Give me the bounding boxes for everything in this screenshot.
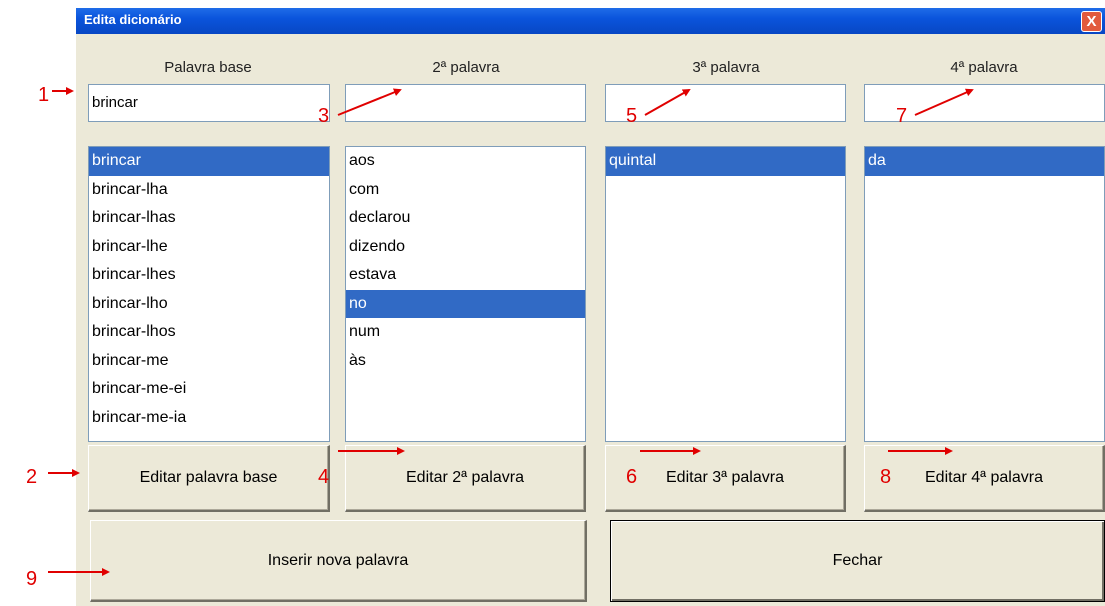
arrow-5: [644, 89, 691, 116]
arrow-7: [914, 88, 974, 116]
arrow-3: [337, 88, 402, 116]
annotation-arrows: [48, 87, 974, 576]
